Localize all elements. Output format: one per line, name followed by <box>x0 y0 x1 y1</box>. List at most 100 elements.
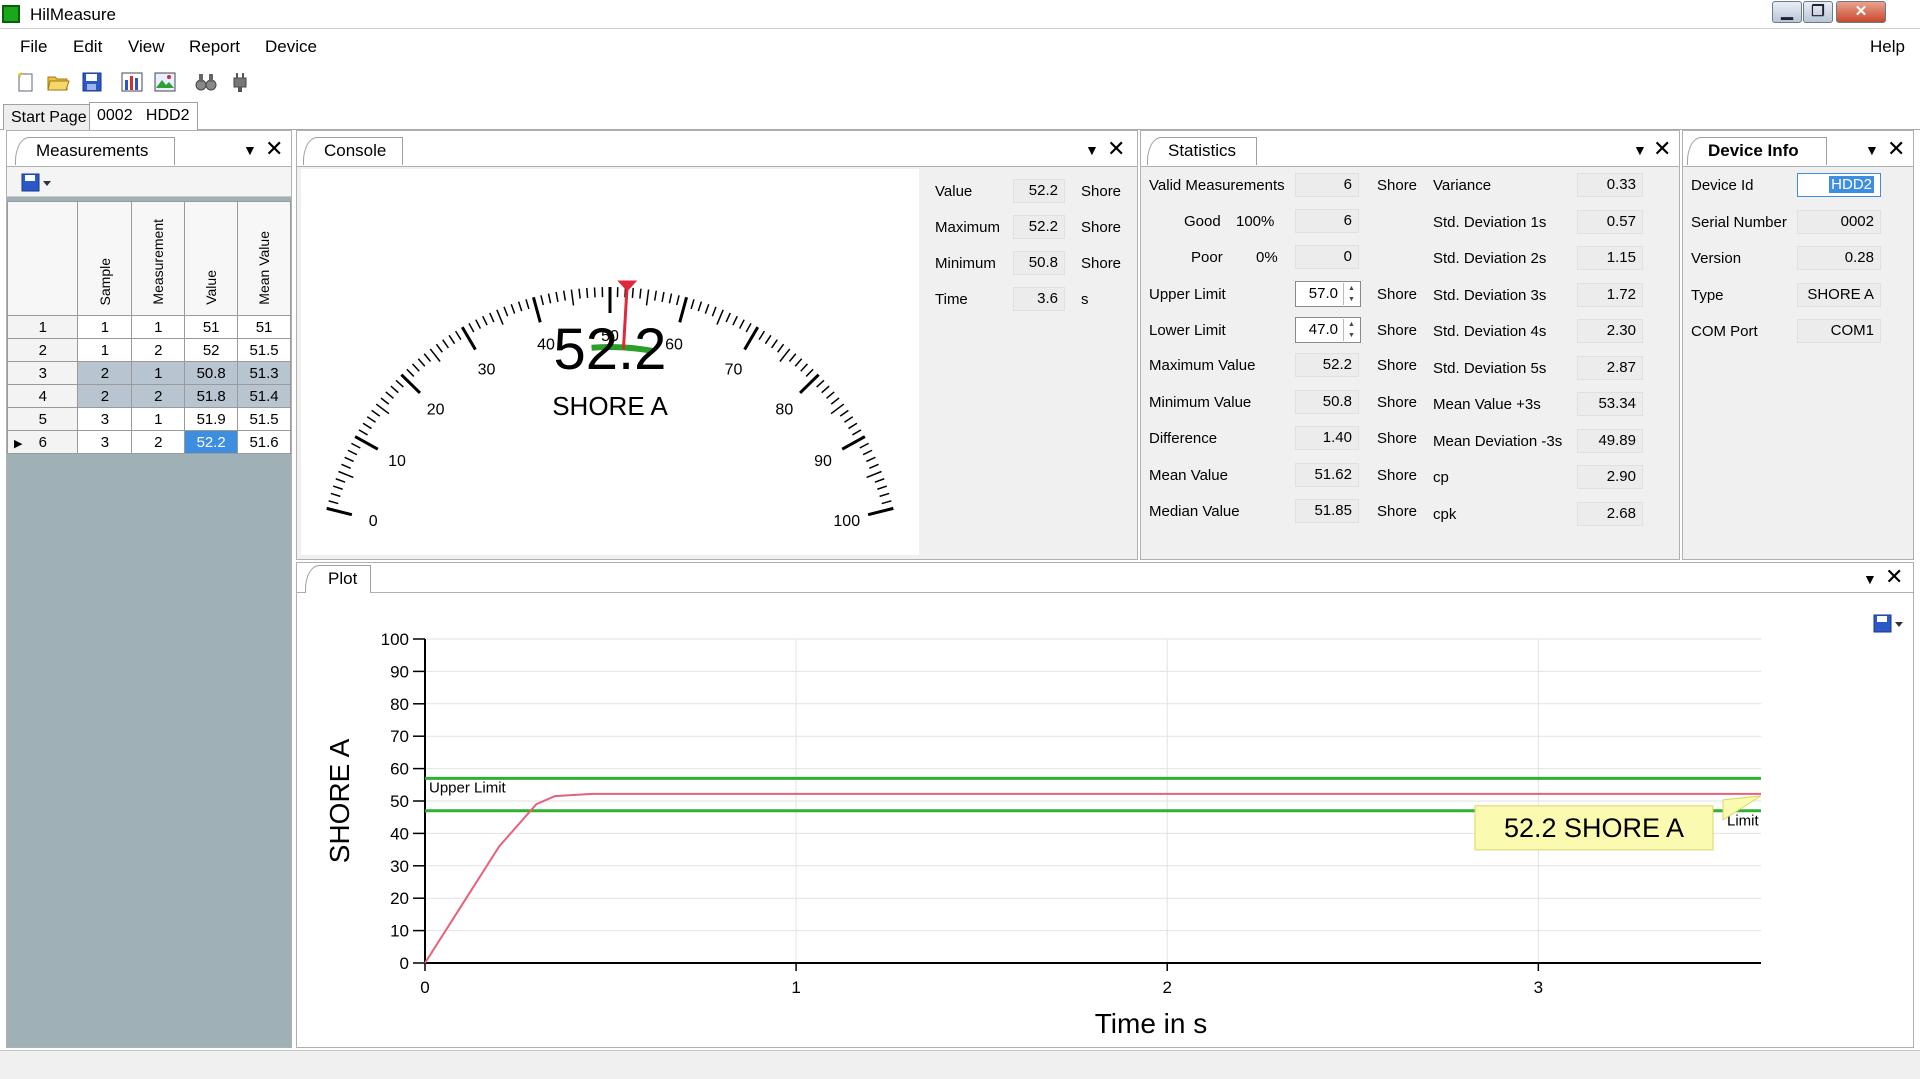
pin-dropdown-icon[interactable]: ▼ <box>1865 142 1879 158</box>
cell-value[interactable]: 50.8 <box>184 361 239 385</box>
gauge-tick <box>351 442 361 449</box>
table-row-current[interactable]: ▶ 6 3 2 52.2 51.6 <box>6 430 291 454</box>
close-window-button[interactable]: ✕ <box>1836 1 1886 23</box>
cell-value[interactable]: 51.9 <box>184 407 239 431</box>
row-number[interactable]: 4 <box>6 384 79 408</box>
row-header-corner <box>6 201 79 316</box>
statistic-value: 2.90 <box>1577 465 1643 489</box>
cell-mean-value[interactable]: 51.6 <box>237 430 291 454</box>
cell-measurement[interactable]: 2 <box>131 338 186 362</box>
row-number[interactable]: 5 <box>6 407 79 431</box>
pin-dropdown-icon[interactable]: ▼ <box>1863 571 1877 587</box>
cell-value[interactable]: 51 <box>184 315 239 339</box>
tab-start-page[interactable]: Start Page <box>3 104 95 130</box>
pin-dropdown-icon[interactable]: ▼ <box>1085 142 1099 158</box>
close-panel-icon[interactable]: ✕ <box>1887 138 1905 160</box>
cell-measurement[interactable]: 1 <box>131 407 186 431</box>
column-header-sample[interactable]: Sample <box>77 201 133 316</box>
spinner-arrows-icon[interactable]: ▲ ▼ <box>1343 283 1359 305</box>
cell-measurement[interactable]: 2 <box>131 430 186 454</box>
row-number[interactable]: 3 <box>6 361 79 385</box>
measurements-tab[interactable]: Measurements <box>15 137 175 165</box>
pin-dropdown-icon[interactable]: ▼ <box>243 142 257 158</box>
cell-mean-value[interactable]: 51.3 <box>237 361 291 385</box>
column-header-value[interactable]: Value <box>184 201 239 316</box>
gauge-tick <box>675 295 680 306</box>
lower-limit-spinner[interactable]: 47.0 ▲ ▼ <box>1295 317 1361 343</box>
gauge-tick <box>371 409 381 417</box>
save-dropdown-icon[interactable] <box>21 172 53 194</box>
table-row[interactable]: 4 2 2 51.8 51.4 <box>6 384 291 408</box>
device-info-value[interactable]: HDD2 <box>1797 173 1881 197</box>
cell-measurement[interactable]: 1 <box>131 315 186 339</box>
gauge-tick <box>555 291 559 302</box>
cell-sample[interactable]: 1 <box>77 338 133 362</box>
cell-sample[interactable]: 2 <box>77 361 133 385</box>
device-info-panel: Device Info ▼ ✕ Device Id HDD2 Serial Numb… <box>1682 130 1914 560</box>
console-tab[interactable]: Console <box>303 137 403 165</box>
spinner-arrows-icon[interactable]: ▲ ▼ <box>1343 319 1359 341</box>
cell-value-selected[interactable]: 52.2 <box>184 430 239 454</box>
cell-sample[interactable]: 3 <box>77 430 133 454</box>
table-row[interactable]: 5 3 1 51.9 51.5 <box>6 407 291 431</box>
table-row[interactable]: 2 1 2 52 51.5 <box>6 338 291 362</box>
close-panel-icon[interactable]: ✕ <box>1653 138 1671 160</box>
close-panel-icon[interactable]: ✕ <box>1107 138 1125 160</box>
statistic-value: 51.85 <box>1295 499 1359 523</box>
table-row[interactable]: 1 1 1 51 51 <box>6 315 291 339</box>
binoculars-icon[interactable] <box>194 70 218 94</box>
cell-mean-value[interactable]: 51 <box>237 315 291 339</box>
statistic-value: 1.72 <box>1577 282 1643 307</box>
bar-chart-icon[interactable] <box>120 70 144 94</box>
statistic-label: Std. Deviation 2s <box>1433 250 1547 267</box>
cell-mean-value[interactable]: 51.5 <box>237 338 291 362</box>
plot-tab[interactable]: Plot <box>305 565 371 593</box>
statistics-tab[interactable]: Statistics <box>1147 137 1257 165</box>
menu-report[interactable]: Report <box>189 37 240 57</box>
cell-measurement[interactable]: 2 <box>131 384 186 408</box>
gauge-tick <box>358 429 368 436</box>
row-number[interactable]: 2 <box>6 338 79 362</box>
table-row[interactable]: 3 2 1 50.8 51.3 <box>6 361 291 385</box>
maximize-button[interactable]: ❐ <box>1803 1 1833 23</box>
upper-limit-spinner[interactable]: 57.0 ▲ ▼ <box>1295 281 1361 307</box>
menu-view[interactable]: View <box>128 37 165 57</box>
gauge-tick <box>794 358 803 367</box>
y-tick-label: 10 <box>390 922 409 941</box>
console-field-unit: Shore <box>1081 255 1122 272</box>
close-panel-icon[interactable]: ✕ <box>1885 566 1903 588</box>
row-number[interactable]: 1 <box>6 315 79 339</box>
cell-mean-value[interactable]: 51.5 <box>237 407 291 431</box>
lower-limit-label: Limit <box>1727 813 1760 830</box>
column-header-mean-value[interactable]: Mean Value <box>237 201 291 316</box>
cell-sample[interactable]: 2 <box>77 384 133 408</box>
plot-save-dropdown-icon[interactable] <box>1873 613 1905 635</box>
close-panel-icon[interactable]: ✕ <box>265 138 283 160</box>
pin-dropdown-icon[interactable]: ▼ <box>1633 142 1647 158</box>
title-bar: HilMeasure ▁ ❐ ✕ <box>0 0 1920 29</box>
column-header-measurement[interactable]: Measurement <box>131 201 186 316</box>
plug-icon[interactable] <box>228 70 252 94</box>
menu-device[interactable]: Device <box>265 37 317 57</box>
cell-mean-value[interactable]: 51.4 <box>237 384 291 408</box>
cell-sample[interactable]: 3 <box>77 407 133 431</box>
menu-file[interactable]: File <box>20 37 47 57</box>
y-tick-label: 20 <box>390 889 409 908</box>
new-file-icon[interactable] <box>14 70 38 94</box>
image-chart-icon[interactable] <box>153 70 177 94</box>
row-number[interactable]: ▶ 6 <box>6 430 79 454</box>
minimize-button[interactable]: ▁ <box>1772 1 1802 23</box>
save-icon[interactable] <box>80 70 104 94</box>
menu-help[interactable]: Help <box>1870 37 1905 57</box>
cell-sample[interactable]: 1 <box>77 315 133 339</box>
gauge-tick <box>489 312 495 323</box>
open-folder-icon[interactable] <box>46 70 70 94</box>
menu-edit[interactable]: Edit <box>73 37 102 57</box>
tab-device-hdd2[interactable]: 0002 HDD2 <box>89 102 198 130</box>
cell-value[interactable]: 51.8 <box>184 384 239 408</box>
device-info-tab[interactable]: Device Info <box>1687 137 1827 165</box>
poor-percent: 0% <box>1256 249 1278 266</box>
cell-measurement[interactable]: 1 <box>131 361 186 385</box>
cell-value[interactable]: 52 <box>184 338 239 362</box>
document-tabs: Start Page 0002 HDD2 <box>0 100 1920 130</box>
